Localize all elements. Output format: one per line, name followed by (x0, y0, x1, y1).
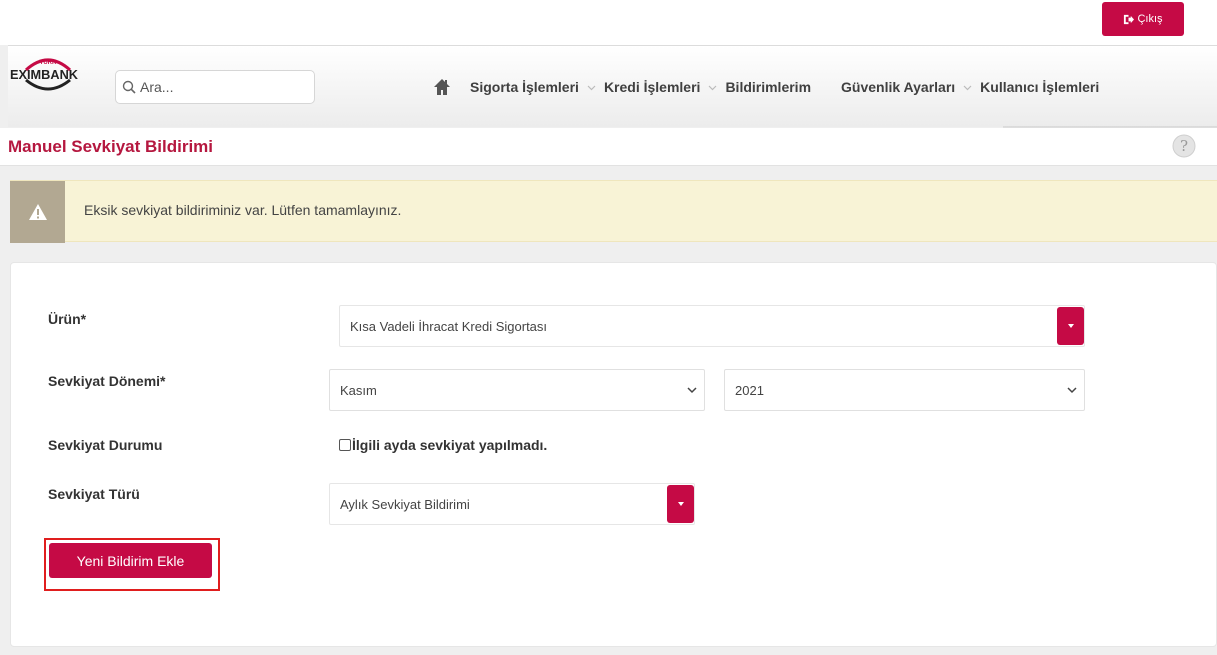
page-title-bar: Manuel Sevkiyat Bildirimi ? (0, 128, 1217, 166)
nav-item-kredi[interactable]: Kredi İşlemleri (604, 79, 726, 95)
logo-main-text: EXIMBANK (10, 67, 79, 82)
chevron-down-icon (963, 85, 972, 90)
home-icon[interactable] (433, 78, 451, 96)
caret-down-icon (1067, 324, 1074, 328)
month-value: Kasım (340, 383, 377, 398)
page-title: Manuel Sevkiyat Bildirimi (8, 137, 214, 156)
nav-item-label: Kullanıcı İşlemleri (980, 79, 1100, 95)
no-shipment-checkbox-row: İlgili ayda sevkiyat yapılmadı. (339, 437, 547, 453)
type-label: Sevkiyat Türü (48, 486, 140, 502)
nav-item-kullanici[interactable]: Kullanıcı İşlemleri (980, 79, 1099, 95)
eximbank-logo[interactable]: TÜRK EXIMBANK (8, 50, 88, 100)
svg-text:?: ? (1180, 137, 1188, 155)
nav-item-bildirimlerim[interactable]: Bildirimlerim (725, 79, 811, 95)
no-shipment-checkbox[interactable] (339, 439, 351, 451)
product-dropdown-button[interactable] (1057, 307, 1084, 345)
type-combobox[interactable]: Aylık Sevkiyat Bildirimi (329, 483, 695, 525)
nav-menu: Sigorta İşlemleri Kredi İşlemleri Bildir… (433, 76, 1099, 98)
chevron-down-icon (1067, 387, 1077, 394)
period-label: Sevkiyat Dönemi* (48, 373, 166, 389)
month-select[interactable]: Kasım (329, 369, 705, 411)
chevron-down-icon (687, 387, 697, 394)
warning-alert: Eksik sevkiyat bildiriminiz var. Lütfen … (10, 180, 1217, 243)
nav-item-label: Kredi İşlemleri (603, 79, 701, 95)
search-icon (122, 80, 136, 94)
logout-label: Çıkış (1137, 13, 1163, 25)
nav-item-label: Güvenlik Ayarları (841, 79, 956, 95)
chevron-down-icon (709, 85, 717, 90)
top-bar: Çıkış (0, 0, 1217, 45)
type-value: Aylık Sevkiyat Bildirimi (340, 497, 470, 512)
caret-down-icon (677, 502, 684, 506)
alert-text: Eksik sevkiyat bildiriminiz var. Lütfen … (84, 202, 402, 218)
year-value: 2021 (735, 383, 764, 398)
nav-item-label: Sigorta İşlemleri (470, 79, 579, 95)
chevron-down-icon (587, 85, 596, 90)
type-dropdown-button[interactable] (667, 485, 694, 523)
search-input[interactable] (140, 79, 300, 95)
logout-button[interactable]: Çıkış (1102, 2, 1184, 36)
help-icon[interactable]: ? (1172, 134, 1196, 158)
product-value: Kısa Vadeli İhracat Kredi Sigortası (350, 319, 548, 334)
nav-item-label: Bildirimlerim (725, 79, 812, 95)
logo-top-text: TÜRK (40, 59, 57, 66)
form-panel: Ürün* Kısa Vadeli İhracat Kredi Sigortas… (10, 262, 1217, 647)
year-select[interactable]: 2021 (724, 369, 1085, 411)
nav-item-sigorta[interactable]: Sigorta İşlemleri (470, 79, 604, 95)
no-shipment-checkbox-label[interactable]: İlgili ayda sevkiyat yapılmadı. (352, 437, 547, 453)
search-box (115, 70, 315, 104)
status-label: Sevkiyat Durumu (48, 437, 163, 453)
nav-item-guvenlik[interactable]: Güvenlik Ayarları (841, 79, 980, 95)
main-navbar: TÜRK EXIMBANK Sigorta İşlemleri Kredi İş… (8, 45, 1217, 132)
product-label: Ürün* (48, 311, 87, 327)
add-notification-button[interactable]: Yeni Bildirim Ekle (49, 543, 212, 578)
alert-icon-box (10, 181, 65, 243)
product-combobox[interactable]: Kısa Vadeli İhracat Kredi Sigortası (339, 305, 1085, 347)
warning-icon (28, 204, 47, 220)
sign-out-icon (1124, 14, 1135, 24)
